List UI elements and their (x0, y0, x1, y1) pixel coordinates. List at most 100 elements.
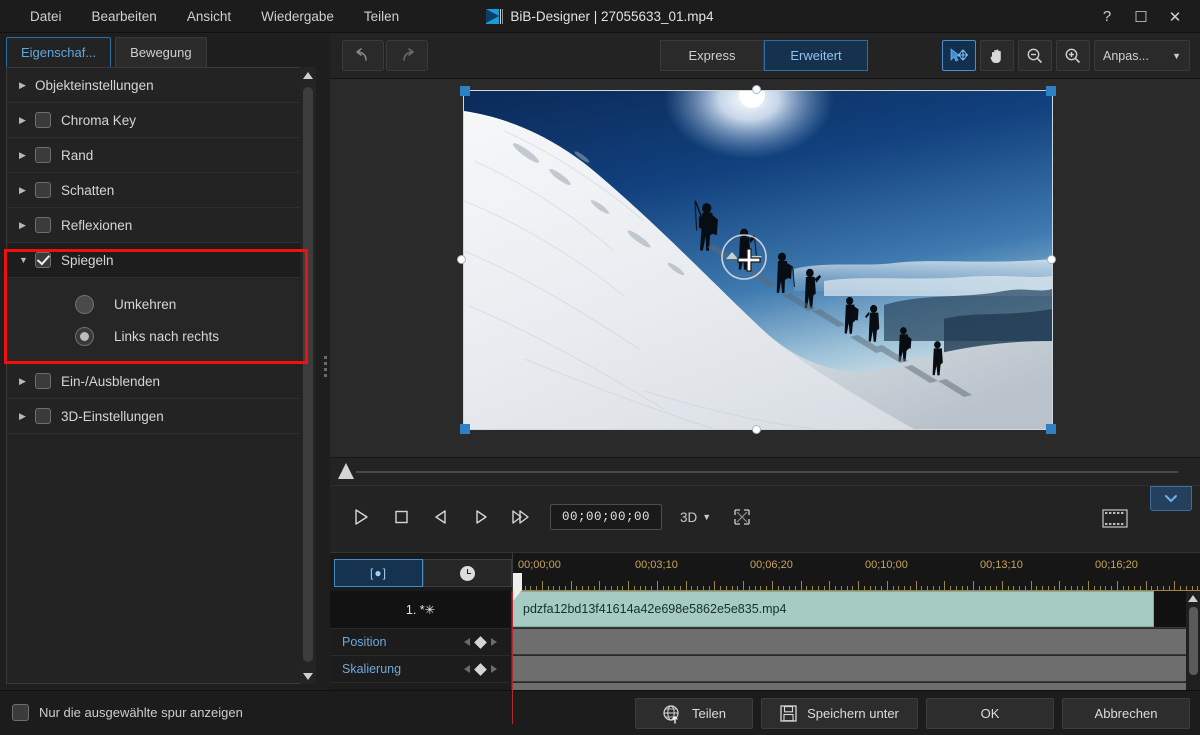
keyframe-mode-button[interactable]: [●] (334, 559, 423, 587)
fast-forward-button[interactable] (504, 500, 538, 534)
zoom-fit-dropdown[interactable]: Anpas... ▼ (1094, 40, 1190, 71)
menu-item-wiedergabe[interactable]: Wiedergabe (259, 6, 336, 27)
collapse-panel-button[interactable] (1150, 486, 1192, 511)
scrub-playhead-handle[interactable] (338, 463, 354, 479)
scrollbar-thumb[interactable] (303, 87, 313, 662)
left-panel-scrollbar[interactable] (300, 67, 316, 684)
timeline-vertical-scrollbar[interactable] (1186, 591, 1200, 706)
selection-handle-bottom-center[interactable] (752, 425, 761, 434)
window-title: BiB-Designer | 27055633_01.mp4 (510, 9, 713, 24)
close-button[interactable]: ✕ (1158, 0, 1192, 33)
property-row-reflexionen[interactable]: ▶ Reflexionen (7, 208, 309, 243)
scroll-down-arrow-icon[interactable] (300, 668, 316, 684)
selection-handle-top-center[interactable] (752, 85, 761, 94)
fullscreen-button[interactable] (727, 502, 757, 532)
property-row-chroma-key[interactable]: ▶ Chroma Key (7, 103, 309, 138)
property-row-spiegeln[interactable]: ▼ Spiegeln (7, 243, 309, 278)
select-move-tool-button[interactable] (942, 40, 976, 71)
help-button[interactable]: ? (1090, 0, 1124, 33)
track-row-main[interactable]: 1. *✳ pdzfa12bd13f41614a42e698e5862e5e83… (330, 591, 1200, 629)
scrub-track[interactable] (356, 471, 1178, 473)
property-checkbox[interactable] (35, 182, 51, 198)
track-body-main[interactable]: pdzfa12bd13f41614a42e698e5862e5e835.mp4 (512, 591, 1200, 628)
radio-row-links-nach-rechts[interactable]: Links nach rechts (7, 320, 309, 352)
timecode-field[interactable]: 00;00;00;00 (550, 504, 662, 530)
timeline-playhead-handle[interactable] (513, 573, 522, 591)
next-keyframe-icon[interactable] (491, 665, 497, 673)
next-keyframe-icon[interactable] (491, 638, 497, 646)
menu-item-bearbeiten[interactable]: Bearbeiten (90, 6, 159, 27)
tab-bewegung[interactable]: Bewegung (115, 37, 206, 67)
timeline-clip[interactable]: pdzfa12bd13f41614a42e698e5862e5e835.mp4 (512, 591, 1154, 627)
scrollbar-thumb[interactable] (1189, 607, 1198, 675)
property-row-3d-einstellungen[interactable]: ▶ 3D-Einstellungen (7, 399, 309, 434)
previous-frame-button[interactable] (424, 500, 458, 534)
property-label: Schatten (61, 183, 114, 198)
property-checkbox[interactable] (35, 408, 51, 424)
add-keyframe-icon[interactable] (474, 636, 487, 649)
property-row-rand[interactable]: ▶ Rand (7, 138, 309, 173)
prev-keyframe-icon[interactable] (464, 638, 470, 646)
video-canvas-wrapper[interactable] (461, 88, 1055, 432)
preview-scrub-bar[interactable] (330, 457, 1200, 485)
scroll-up-arrow-icon[interactable] (300, 67, 316, 83)
property-row-ein-ausblenden[interactable]: ▶ Ein-/Ausblenden (7, 364, 309, 399)
track-header-main[interactable]: 1. *✳ (330, 591, 512, 628)
menu-item-ansicht[interactable]: Ansicht (185, 6, 233, 27)
3d-mode-dropdown[interactable]: 3D ▼ (680, 510, 711, 525)
mode-button-erweitert[interactable]: Erweitert (764, 40, 868, 71)
application-window: Datei Bearbeiten Ansicht Wiedergabe Teil… (0, 0, 1200, 735)
track-body-skalierung[interactable] (512, 656, 1200, 682)
vertical-splitter-handle[interactable] (321, 352, 329, 380)
maximize-button[interactable]: ☐ (1124, 0, 1158, 33)
play-button[interactable] (344, 500, 378, 534)
property-checkbox[interactable] (35, 147, 51, 163)
show-selected-track-checkbox[interactable] (12, 704, 29, 721)
menu-item-teilen[interactable]: Teilen (362, 6, 401, 27)
menu-item-datei[interactable]: Datei (28, 6, 64, 27)
track-main-label: 1. *✳ (406, 602, 435, 617)
property-row-schatten[interactable]: ▶ Schatten (7, 173, 309, 208)
selection-handle-middle-right[interactable] (1047, 255, 1056, 264)
share-button[interactable]: Teilen (635, 698, 753, 729)
hand-tool-button[interactable] (980, 40, 1014, 71)
track-body-position[interactable] (512, 629, 1200, 655)
snapshot-frame-button[interactable] (1102, 508, 1128, 529)
ok-button[interactable]: OK (926, 698, 1054, 729)
track-header-skalierung[interactable]: Skalierung (330, 656, 512, 682)
tab-eigenschaften[interactable]: Eigenschaf... (6, 37, 111, 67)
selection-handle-top-right[interactable] (1046, 86, 1056, 96)
scroll-up-arrow-icon[interactable] (1186, 591, 1200, 605)
radio-umkehren[interactable] (75, 295, 94, 314)
add-keyframe-icon[interactable] (474, 663, 487, 676)
prev-keyframe-icon[interactable] (464, 665, 470, 673)
clock-mode-button[interactable] (423, 559, 512, 587)
property-checkbox[interactable] (35, 373, 51, 389)
stop-button[interactable] (384, 500, 418, 534)
selection-handle-bottom-right[interactable] (1046, 424, 1056, 434)
zoom-out-button[interactable] (1018, 40, 1052, 71)
redo-button[interactable] (386, 40, 428, 71)
selection-handle-middle-left[interactable] (457, 255, 466, 264)
next-frame-button[interactable] (464, 500, 498, 534)
property-row-objekteinstellungen[interactable]: ▶ Objekteinstellungen (7, 68, 309, 103)
timeline-ruler[interactable]: 00;00;00 00;03;10 00;06;20 00;10;00 00;1… (512, 553, 1200, 591)
mode-button-express[interactable]: Express (660, 40, 764, 71)
show-selected-track-checkbox-row[interactable]: Nur die ausgewählte spur anzeigen (12, 704, 243, 721)
zoom-in-button[interactable] (1056, 40, 1090, 71)
radio-row-umkehren[interactable]: Umkehren (7, 288, 309, 320)
track-row-position[interactable]: Position (330, 629, 1200, 656)
property-checkbox[interactable] (35, 112, 51, 128)
property-checkbox[interactable] (35, 217, 51, 233)
selection-handle-top-left[interactable] (460, 86, 470, 96)
undo-button[interactable] (342, 40, 384, 71)
share-button-label: Teilen (692, 706, 726, 721)
track-header-position[interactable]: Position (330, 629, 512, 655)
radio-links-nach-rechts[interactable] (75, 327, 94, 346)
selection-handle-bottom-left[interactable] (460, 424, 470, 434)
property-checkbox[interactable] (35, 252, 51, 268)
cancel-button[interactable]: Abbrechen (1062, 698, 1190, 729)
track-row-skalierung[interactable]: Skalierung (330, 656, 1200, 683)
bottom-action-bar: Nur die ausgewählte spur anzeigen Teilen (0, 690, 1200, 735)
save-as-button[interactable]: Speichern unter (761, 698, 918, 729)
